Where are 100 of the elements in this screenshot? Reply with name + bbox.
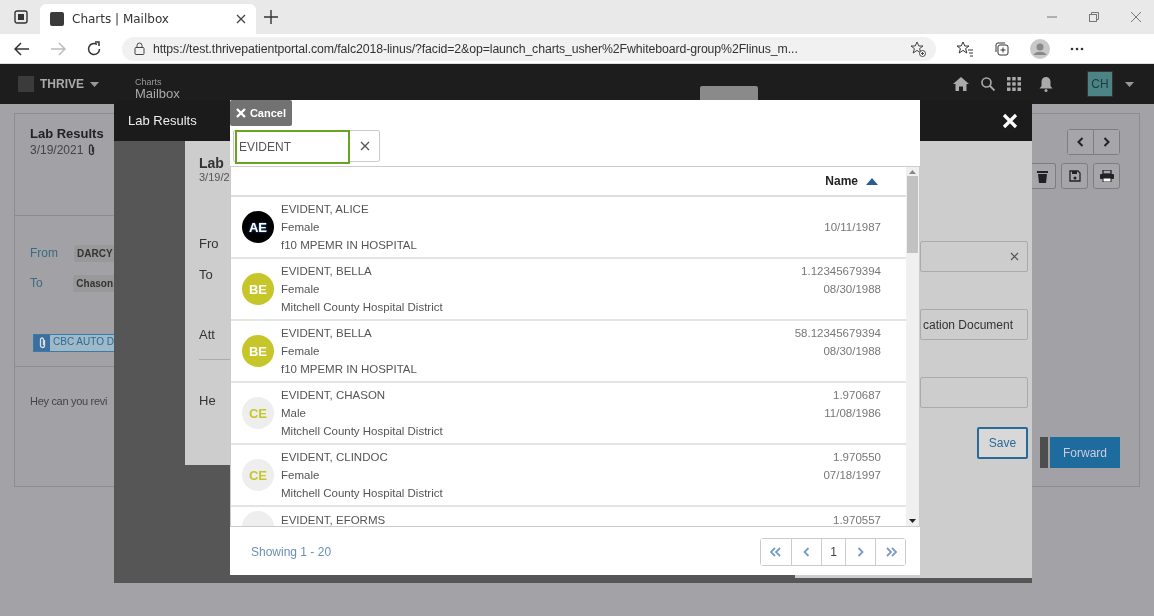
caret-icon[interactable] [1125, 81, 1134, 87]
patient-row[interactable]: BE EVIDENT, BELLA Female f10 MPEMR IN HOSPITAL 58.12345679394 08/30/1988 [231, 321, 906, 383]
cancel-button[interactable]: Cancel [230, 100, 292, 126]
chevron-left-icon [1077, 137, 1084, 147]
patient-gender: Female [281, 344, 321, 359]
from-label: From [30, 246, 59, 260]
search-field[interactable]: EVIDENT [235, 130, 350, 164]
birth-date: 11/08/1986 [824, 406, 881, 421]
patient-name: EVIDENT, BELLA [281, 264, 373, 279]
favorites-icon[interactable] [956, 40, 974, 57]
trash-icon [1037, 169, 1048, 183]
logo-icon [18, 76, 34, 92]
patient-name: EVIDENT, CHASON [281, 388, 387, 403]
scroll-thumb[interactable] [907, 176, 918, 253]
message-date: 3/19/2021 [30, 143, 84, 157]
patient-avatar: BE [242, 273, 274, 305]
apps-grid-icon[interactable] [1007, 77, 1021, 91]
scrollbar[interactable] [906, 167, 919, 526]
patient-name: EVIDENT, CLINDOC [281, 450, 389, 465]
result-count: Showing 1 - 20 [251, 545, 332, 559]
patient-id: 1.970557 [833, 513, 881, 526]
message-title: Lab Results [29, 125, 105, 141]
add-favorite-icon[interactable] [910, 40, 926, 57]
patient-avatar: CE [242, 397, 274, 429]
patient-row[interactable]: AE EVIDENT, ALICE Female f10 MPEMR IN HOSPITAL 10/11/1987 [231, 197, 906, 259]
attachment-field[interactable]: cation Document [920, 309, 1028, 340]
caret-icon[interactable] [90, 81, 99, 87]
next-button[interactable] [1093, 130, 1119, 154]
patient-facility: Mitchell County Hospital District [281, 486, 444, 501]
double-chevron-right-icon [884, 547, 897, 557]
search-icon[interactable] [981, 77, 995, 91]
brand-name[interactable]: THRIVE [40, 77, 84, 91]
patient-name: EVIDENT, BELLA [281, 326, 373, 341]
sort-ascending-icon[interactable] [866, 177, 878, 185]
patient-facility: f10 MPEMR IN HOSPITAL [281, 238, 418, 253]
patient-avatar: CE [242, 459, 274, 491]
save-button[interactable]: Save [977, 427, 1028, 459]
double-chevron-left-icon [770, 547, 782, 557]
profile-icon[interactable] [1030, 38, 1050, 59]
patient-avatar: AE [242, 211, 274, 243]
address-bar[interactable]: https://test.thrivepatientportal.com/falc2018-linus/?facid=2&op=launch_charts_usher%2Fwhiteboard-group%2Flinus_m... [122, 36, 936, 61]
chevron-left-icon [803, 547, 810, 557]
more-icon[interactable] [1070, 46, 1084, 51]
patient-facility: f10 MPEMR IN HOSPITAL [281, 362, 418, 377]
bell-icon[interactable] [1039, 76, 1053, 92]
column-header[interactable]: Name [825, 174, 858, 188]
save-draft-button[interactable] [1061, 163, 1088, 189]
patient-name: EVIDENT, EFORMS [281, 513, 387, 526]
subject-field[interactable] [920, 377, 1028, 408]
form-date: 3/19/2 [199, 171, 231, 183]
patient-name: EVIDENT, ALICE [281, 202, 370, 217]
clear-icon[interactable] [359, 141, 370, 151]
patient-gender: Female [281, 282, 321, 297]
dialog-title: Lab Results [128, 113, 197, 128]
birth-date: 08/30/1988 [823, 344, 881, 359]
printer-icon [1099, 170, 1114, 182]
forward-button[interactable]: Forward [1050, 437, 1120, 468]
new-tab-icon[interactable] [264, 10, 278, 24]
chevron-right-icon [857, 547, 864, 557]
close-icon[interactable] [236, 14, 246, 24]
patient-avatar: BE [242, 335, 274, 367]
scroll-down-icon[interactable] [909, 519, 916, 523]
patient-row[interactable]: BE EVIDENT, BELLA Female Mitchell County Hospital District 1.12345679394 08/30/1988 [231, 259, 906, 321]
birth-date: 08/30/1988 [823, 282, 881, 297]
delete-button[interactable] [1030, 163, 1056, 189]
clear-icon[interactable] [1010, 252, 1019, 261]
birth-date: 07/18/1997 [823, 468, 881, 483]
tab-actions-icon[interactable] [14, 10, 28, 24]
chevron-right-icon [1103, 137, 1110, 147]
recipient-name: Chason [73, 274, 116, 292]
attachment-label: Att [199, 327, 216, 342]
section-label: Charts [135, 77, 163, 88]
birth-date: 10/11/1987 [824, 220, 881, 235]
patient-row[interactable]: CE EVIDENT, CHASON Male Mitchell County Hospital District 1.970687 11/08/1986 [231, 383, 906, 445]
patient-id: 1.970550 [833, 450, 881, 465]
recipient-field[interactable] [920, 241, 1028, 272]
back-icon[interactable] [14, 41, 30, 56]
patient-row[interactable]: CE EVIDENT, CLINDOC Female Mitchell County Hospital District 1.970550 07/18/1997 [231, 445, 906, 507]
sender-name: DARCY [74, 244, 116, 262]
message-body: Hey can you revi [29, 394, 109, 407]
restore-icon[interactable] [1088, 11, 1100, 23]
refresh-icon[interactable] [86, 40, 102, 57]
to-label: To [30, 276, 44, 290]
favicon-icon [50, 12, 64, 26]
home-icon[interactable] [953, 77, 969, 91]
paperclip-icon [37, 337, 47, 349]
tab-title: Charts | Mailbox [72, 12, 170, 26]
browser-tab[interactable]: Charts | Mailbox [40, 4, 256, 34]
patient-gender: Female [281, 468, 321, 483]
scroll-up-icon[interactable] [909, 170, 916, 174]
print-button[interactable] [1093, 163, 1120, 189]
lock-icon [134, 42, 145, 55]
patient-gender: Male [281, 406, 307, 421]
to-label: To [199, 267, 214, 282]
collections-icon[interactable] [994, 40, 1010, 57]
patient-id: 58.12345679394 [794, 326, 881, 341]
previous-button[interactable] [1068, 130, 1093, 154]
patient-id: 1.12345679394 [801, 264, 881, 279]
patient-gender: Female [281, 220, 321, 235]
page-title: Mailbox [135, 88, 180, 99]
